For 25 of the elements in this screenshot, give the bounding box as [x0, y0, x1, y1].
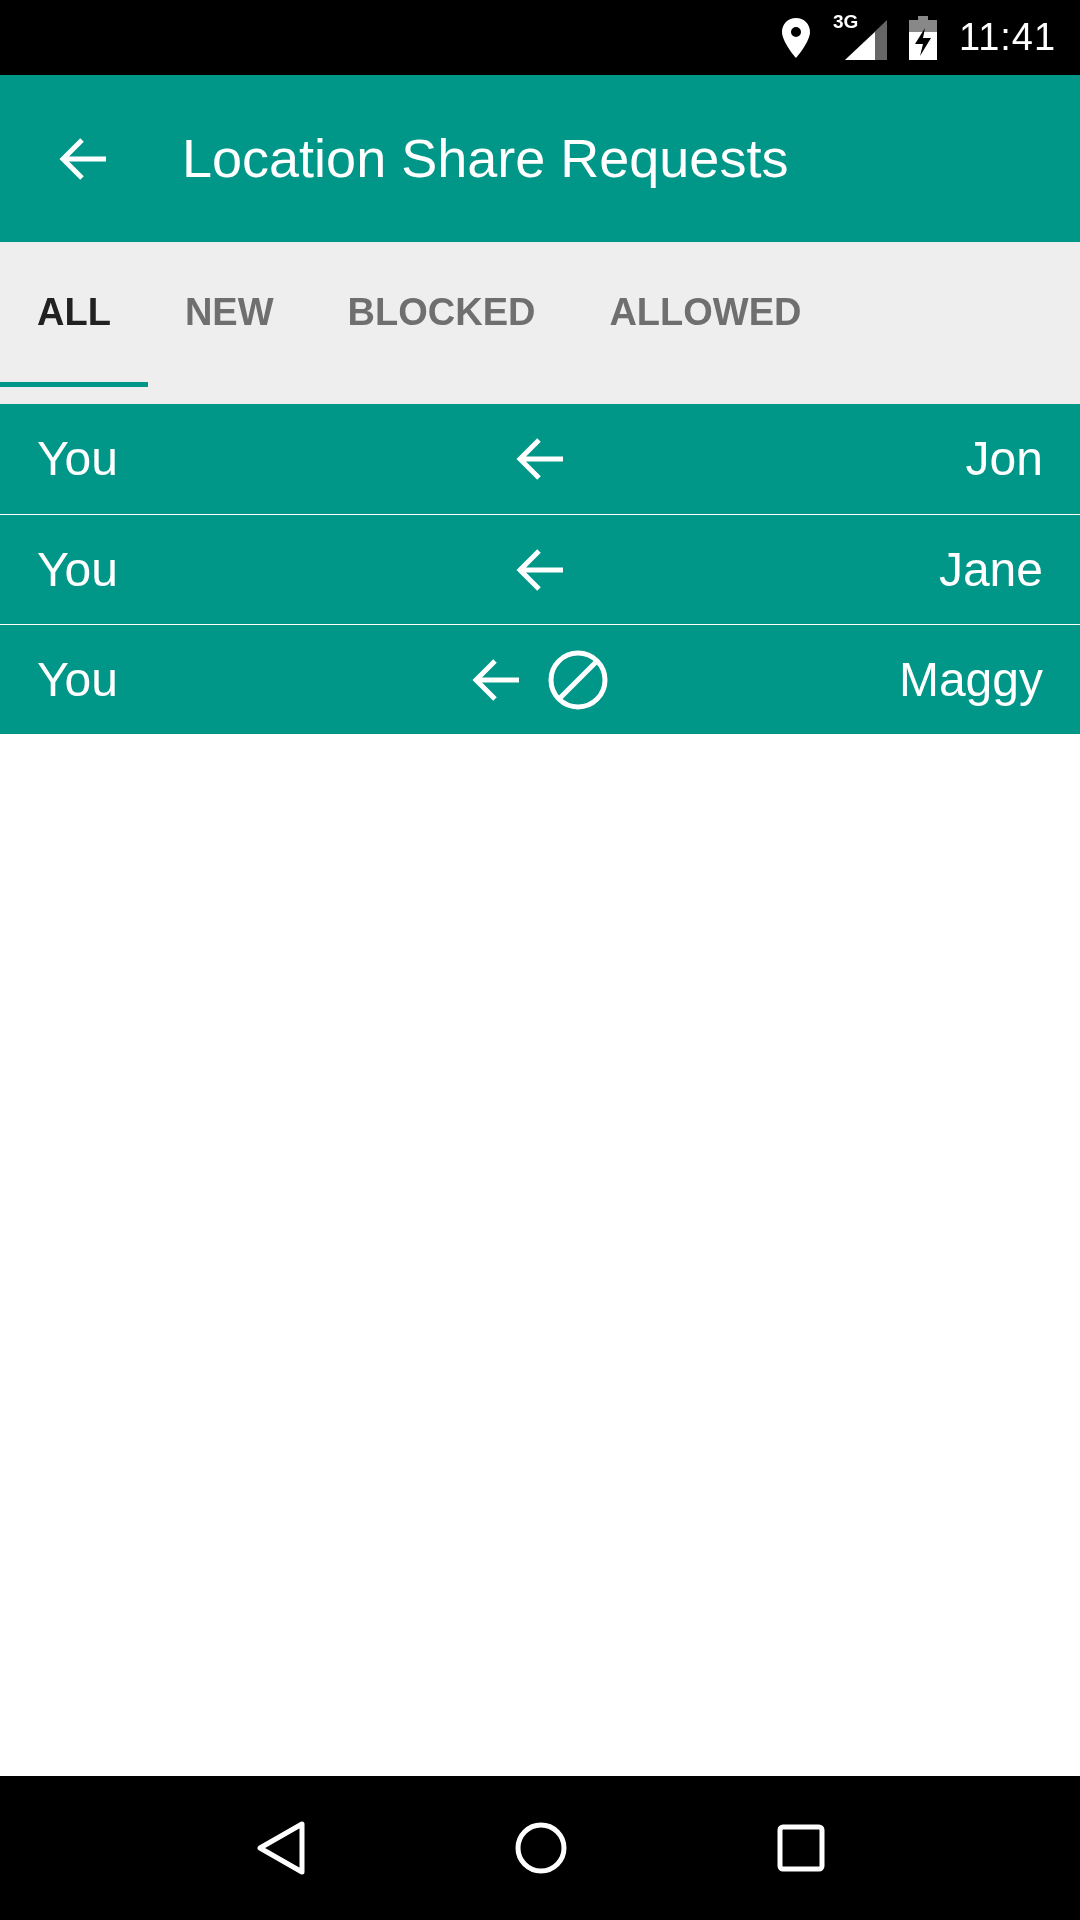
location-pin-icon — [780, 17, 811, 58]
tab[interactable]: ALL — [0, 242, 148, 387]
left-arrow-icon — [471, 657, 521, 702]
recipient-name: Jane — [937, 541, 1043, 598]
request-row[interactable]: You Jane — [0, 514, 1080, 624]
request-row[interactable]: You Maggy — [0, 624, 1080, 734]
screen-title: Location Share Requests — [182, 127, 789, 190]
battery-charging-icon — [908, 15, 937, 60]
recipient-name: Maggy — [897, 651, 1043, 708]
request-row[interactable]: You Jon — [0, 404, 1080, 514]
home-nav-icon[interactable] — [514, 1821, 568, 1875]
left-arrow-icon — [515, 547, 565, 592]
tab[interactable]: NEW — [147, 242, 311, 387]
tab[interactable]: BLOCKED — [310, 242, 573, 387]
tab[interactable]: ALLOWED — [572, 242, 839, 387]
back-nav-icon[interactable] — [254, 1820, 306, 1876]
recipient-name: Jon — [964, 431, 1043, 487]
left-arrow-icon — [515, 437, 565, 481]
network-type: 3G — [832, 11, 859, 31]
sender-name: You — [37, 541, 119, 598]
sender-name: You — [37, 651, 119, 708]
clock-time: 11:41 — [958, 15, 1056, 60]
back-arrow-icon — [58, 136, 108, 181]
recents-nav-icon[interactable] — [776, 1823, 826, 1873]
sender-name: You — [37, 431, 119, 487]
